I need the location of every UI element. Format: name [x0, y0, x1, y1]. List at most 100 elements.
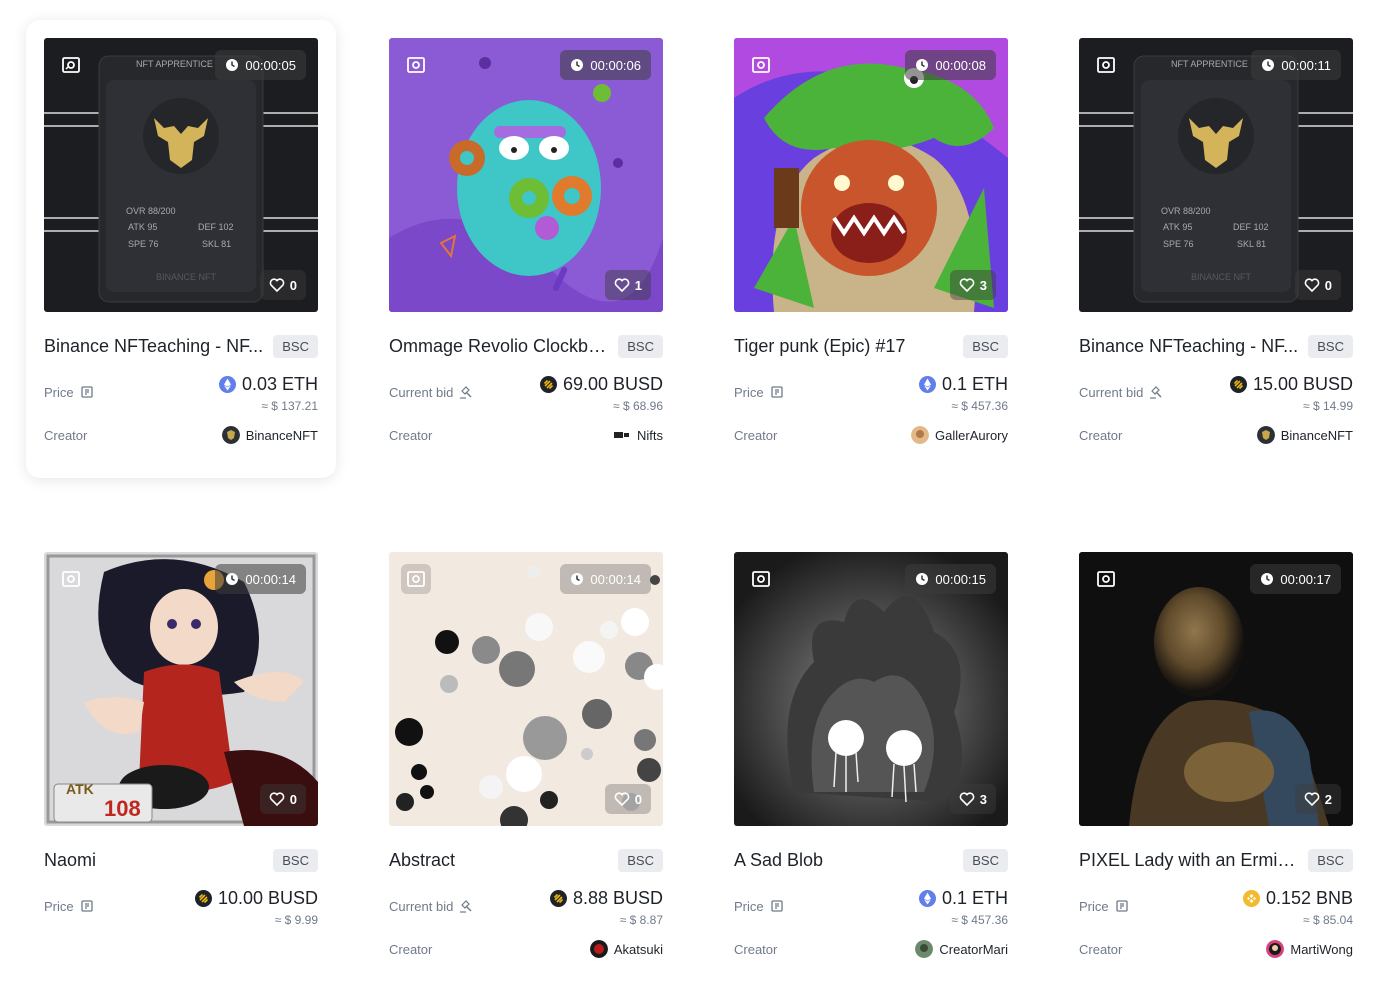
creator-label: Creator	[734, 941, 778, 957]
countdown-timer: 00:00:14	[560, 564, 651, 594]
nft-media[interactable]: 00:00:17 2	[1079, 552, 1353, 826]
creator-link[interactable]: Akatsuki	[589, 940, 663, 958]
timer-text: 00:00:14	[590, 571, 641, 587]
creator-avatar	[221, 426, 240, 444]
nft-card[interactable]: 00:00:14 0 Abstract BSC Current bid 8.88…	[371, 534, 681, 982]
art-skl-text: SKL 81	[1237, 239, 1266, 249]
nft-title[interactable]: Abstract	[389, 850, 455, 871]
art-footer-text: BINANCE NFT	[1191, 272, 1252, 282]
like-count: 1	[634, 277, 642, 293]
nft-media[interactable]: ATK 108 00:00:14 0	[44, 552, 318, 826]
nft-media[interactable]: 00:00:15 3	[734, 552, 1008, 826]
chain-badge: BSC	[963, 334, 1008, 358]
nft-title[interactable]: Naomi	[44, 850, 96, 871]
nft-title[interactable]: A Sad Blob	[734, 850, 823, 871]
creator-avatar	[1266, 940, 1285, 958]
fixed-price-icon	[80, 900, 93, 912]
creator-avatar	[589, 940, 608, 958]
price-label: Price	[734, 384, 784, 400]
creator-avatar	[915, 940, 934, 958]
price-value: 0.1 ETH	[941, 888, 1008, 908]
art-atk-text: ATK 95	[1163, 222, 1192, 232]
like-button[interactable]: 3	[949, 784, 996, 814]
image-type-icon	[401, 50, 431, 80]
price-label-text: Price	[44, 384, 74, 400]
nft-title[interactable]: PIXEL Lady with an Ermin...	[1079, 850, 1301, 871]
chain-badge: BSC	[963, 848, 1008, 872]
nft-card[interactable]: 00:00:06 1 Ommage Revolio Clockbe... BSC…	[371, 20, 681, 478]
busd-icon	[539, 376, 557, 393]
heart-icon	[959, 278, 975, 293]
nft-card[interactable]: 00:00:15 3 A Sad Blob BSC Price 0.1 ETH …	[716, 534, 1026, 982]
creator-name: CreatorMari	[939, 941, 1008, 957]
countdown-timer: 00:00:11	[1251, 50, 1341, 80]
nft-card[interactable]: NFT APPRENTICE OVR 88/200 ATK 95 DEF 102…	[1061, 20, 1371, 478]
auction-gavel-icon	[460, 900, 472, 913]
nft-media[interactable]: NFT APPRENTICE OVR 88/200 ATK 95 DEF 102…	[44, 38, 318, 312]
creator-label: Creator	[1079, 941, 1123, 957]
creator-name: Akatsuki	[613, 941, 663, 957]
creator-name: BinanceNFT	[245, 427, 318, 443]
like-count: 2	[1324, 791, 1332, 807]
countdown-timer: 00:00:05	[215, 50, 306, 80]
price-label-text: Price	[1079, 898, 1109, 914]
like-button[interactable]: 0	[259, 784, 306, 814]
image-type-icon	[746, 564, 776, 594]
nft-card[interactable]: 00:00:08 3 Tiger punk (Epic) #17 BSC Pri…	[716, 20, 1026, 478]
price-label-text: Current bid	[389, 898, 454, 914]
price-value: 0.03 ETH	[241, 374, 318, 394]
nft-media[interactable]: 00:00:14 0	[389, 552, 663, 826]
nft-card[interactable]: 00:00:17 2 PIXEL Lady with an Ermin... B…	[1061, 534, 1371, 982]
nft-media[interactable]: 00:00:08 3	[734, 38, 1008, 312]
like-count: 3	[979, 791, 987, 807]
nft-card[interactable]: NFT APPRENTICE OVR 88/200 ATK 95 DEF 102…	[26, 20, 336, 478]
nft-title[interactable]: Ommage Revolio Clockbe...	[389, 336, 611, 357]
like-button[interactable]: 3	[949, 270, 996, 300]
nft-media[interactable]: 00:00:06 1	[389, 38, 663, 312]
timer-text: 00:00:11	[1281, 57, 1331, 73]
like-button[interactable]: 0	[1294, 270, 1341, 300]
creator-link[interactable]: BinanceNFT	[1256, 426, 1353, 444]
like-button[interactable]: 1	[604, 270, 651, 300]
countdown-timer: 00:00:17	[1250, 564, 1341, 594]
like-count: 0	[289, 277, 297, 293]
creator-link[interactable]: Nifts	[613, 426, 663, 444]
creator-label: Creator	[44, 427, 88, 443]
auction-gavel-icon	[460, 386, 472, 399]
art-spe-text: SPE 76	[1163, 239, 1194, 249]
creator-name: GallerAurory	[935, 427, 1008, 443]
busd-icon	[549, 890, 567, 907]
nft-media[interactable]: NFT APPRENTICE OVR 88/200 ATK 95 DEF 102…	[1079, 38, 1353, 312]
creator-link[interactable]: BinanceNFT	[221, 426, 318, 444]
like-count: 0	[634, 791, 642, 807]
creator-avatar	[1256, 426, 1275, 444]
art-def-text: DEF 102	[198, 222, 234, 232]
price-label: Price	[1079, 898, 1129, 914]
like-button[interactable]: 0	[259, 270, 306, 300]
art-def-text: DEF 102	[1233, 222, 1269, 232]
like-button[interactable]: 2	[1294, 784, 1341, 814]
timer-text: 00:00:14	[245, 571, 296, 587]
busd-icon	[194, 890, 212, 907]
creator-link[interactable]: GallerAurory	[911, 426, 1008, 444]
image-type-icon	[401, 564, 431, 594]
clock-icon	[1262, 59, 1275, 71]
creator-avatar	[613, 426, 631, 444]
clock-icon	[226, 573, 239, 585]
art-spe-text: SPE 76	[128, 239, 159, 249]
chain-badge: BSC	[273, 334, 318, 358]
creator-link[interactable]: CreatorMari	[915, 940, 1008, 958]
heart-icon	[959, 792, 975, 807]
like-button[interactable]: 0	[604, 784, 651, 814]
creator-avatar	[911, 426, 930, 444]
image-type-icon	[56, 564, 86, 594]
creator-link[interactable]: MartiWong	[1266, 940, 1353, 958]
eth-icon	[918, 376, 936, 393]
nft-card[interactable]: ATK 108 00:00:14 0 Naomi BSC Price 10.00…	[26, 534, 336, 982]
price-label-text: Price	[44, 898, 74, 914]
price-label: Current bid	[389, 384, 473, 400]
nft-title[interactable]: Binance NFTeaching - NF...	[1079, 336, 1298, 357]
nft-title[interactable]: Tiger punk (Epic) #17	[734, 336, 905, 357]
nft-title[interactable]: Binance NFTeaching - NF...	[44, 336, 263, 357]
usd-value: ≈ $ 85.04	[1303, 913, 1353, 927]
